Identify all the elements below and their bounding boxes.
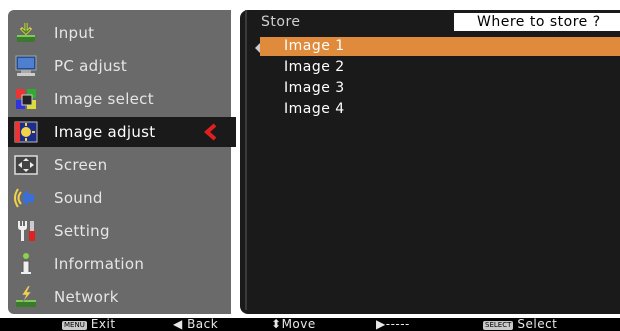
sidebar-item-label: Input [54,24,95,42]
sidebar-item-information[interactable]: Information [8,249,231,279]
pc-adjust-icon [14,54,37,76]
sidebar-item-image-adjust[interactable]: Image adjust [8,117,236,147]
option-image-1[interactable]: Image 1 [260,37,620,56]
footer-exit[interactable]: MENU Exit [62,318,116,331]
right-triangle-icon: ▶ [376,317,386,331]
footer-next-label: ----- [385,317,410,331]
information-icon [14,252,36,274]
setting-icon [14,219,36,241]
sidebar-item-pc-adjust[interactable]: PC adjust [8,51,231,81]
sidebar-item-setting[interactable]: Setting [8,216,231,246]
sidebar-menu: Input PC adjust Image select Image adjus… [8,10,236,314]
up-down-arrow-icon: ⬍ [271,317,282,331]
sidebar-item-label: Setting [54,222,110,240]
left-triangle-icon: ◀ [173,317,183,331]
sound-icon [14,186,36,208]
sidebar-item-input[interactable]: Input [8,18,231,48]
footer-next: ▶----- [376,318,410,331]
input-icon [14,21,36,43]
submenu-panel: Store Where to store ? Image 1 Image 2 I… [240,10,620,314]
sidebar-item-label: Image adjust [54,123,156,141]
image-adjust-icon [14,120,38,143]
sidebar-item-sound[interactable]: Sound [8,183,231,213]
sidebar-item-label: Sound [54,189,103,207]
image-select-icon [14,87,36,109]
footer-select-label: Select [517,317,558,331]
sidebar-item-screen[interactable]: Screen [8,150,231,180]
sidebar-item-network[interactable]: Network [8,282,231,312]
select-key-icon: SELECT [483,321,514,330]
sidebar-item-label: PC adjust [54,57,128,75]
option-image-2[interactable]: Image 2 [260,58,620,77]
selected-arrow-icon [203,123,218,145]
footer-back-label: Back [187,317,219,331]
store-location-header: Where to store ? [454,13,620,31]
footer-move-label: Move [281,317,316,331]
screen-icon [14,153,38,175]
sidebar-item-label: Network [54,288,119,306]
option-image-3[interactable]: Image 3 [260,79,620,98]
panel-divider [245,10,247,310]
sidebar-item-image-select[interactable]: Image select [8,84,231,114]
sidebar-item-label: Image select [54,90,154,108]
panel-title: Store [261,14,301,30]
selection-tab [226,117,236,147]
footer-move: ⬍Move [271,318,316,331]
sidebar-item-label: Screen [54,156,108,174]
sidebar-item-label: Information [54,255,145,273]
menu-key-icon: MENU [62,321,87,330]
network-icon [14,285,36,307]
footer-hint-bar: MENU Exit ◀ Back ⬍Move ▶----- SELECT Selec… [0,318,620,331]
footer-select[interactable]: SELECT Select [483,318,557,331]
footer-back[interactable]: ◀ Back [173,318,218,331]
option-image-4[interactable]: Image 4 [260,100,620,119]
footer-exit-label: Exit [90,317,116,331]
